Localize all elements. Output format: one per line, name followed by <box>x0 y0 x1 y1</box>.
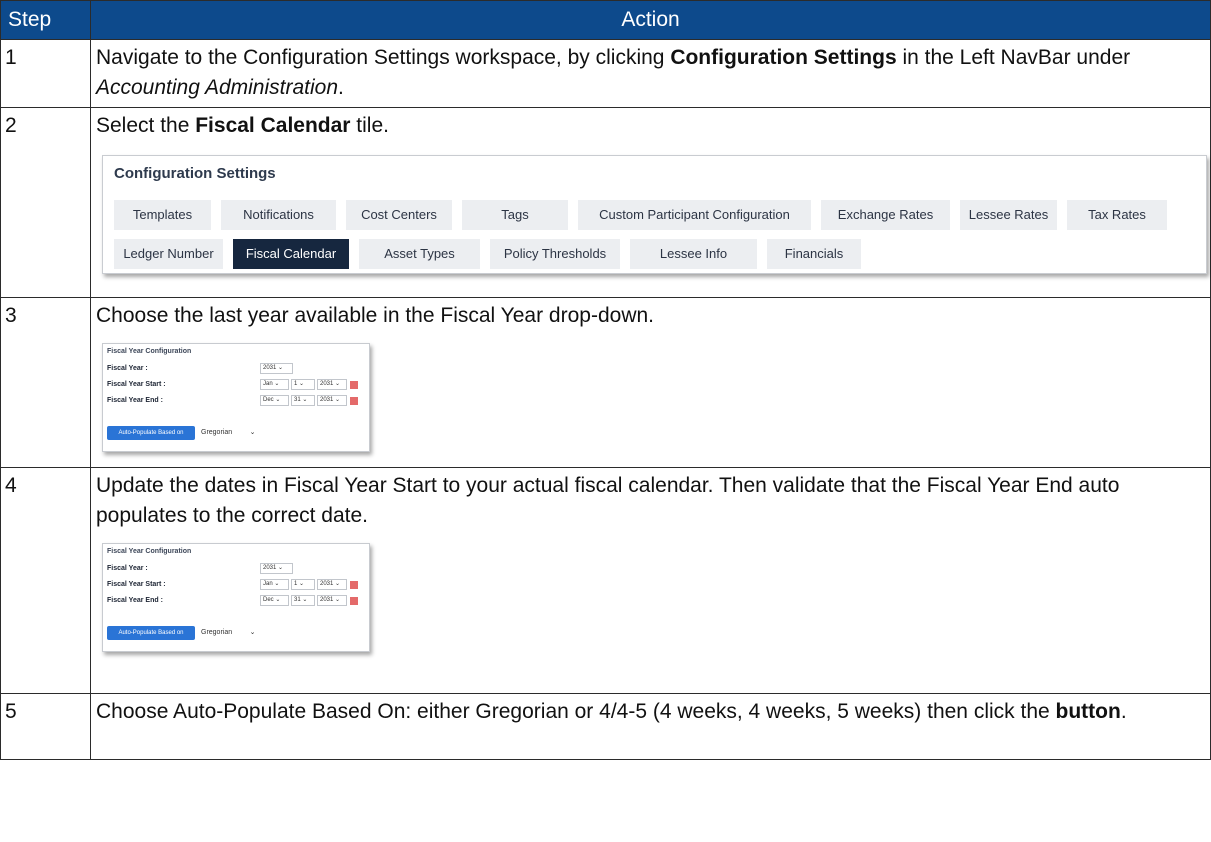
start-year-value: 2031 <box>320 381 334 387</box>
start-year-select[interactable]: 2031 ⌄ <box>317 379 347 390</box>
tile-tags[interactable]: Tags <box>462 200 568 230</box>
table-row: 3 Choose the last year available in the … <box>0 297 1211 468</box>
tile-row-2: Ledger Number Fiscal Calendar Asset Type… <box>114 239 861 269</box>
text-run: Choose the last year available in the Fi… <box>96 304 654 327</box>
end-day-value: 31 <box>294 597 301 603</box>
end-year-value: 2031 <box>320 397 334 403</box>
start-day-select[interactable]: 1 ⌄ <box>291 579 315 590</box>
fiscal-year-config-screenshot: Fiscal Year Configuration Fiscal Year : … <box>102 343 370 452</box>
tile-custom-participant-configuration[interactable]: Custom Participant Configuration <box>578 200 811 230</box>
bold-text: Fiscal Calendar <box>195 114 351 137</box>
end-month-select[interactable]: Dec ⌄ <box>260 395 289 406</box>
step-number: 5 <box>0 693 91 760</box>
text-run: Select the <box>96 114 196 137</box>
text-run: Navigate to the Configuration Settings w… <box>96 46 671 69</box>
start-month-value: Jan <box>263 381 273 387</box>
end-month-value: Dec <box>263 397 274 403</box>
end-month-select[interactable]: Dec ⌄ <box>260 595 289 606</box>
tile-exchange-rates[interactable]: Exchange Rates <box>821 200 950 230</box>
configuration-settings-screenshot: Configuration Settings Templates Notific… <box>102 155 1207 274</box>
table-row: 4 Update the dates in Fiscal Year Start … <box>0 467 1211 694</box>
auto-populate-button[interactable]: Auto-Populate Based on <box>107 626 195 640</box>
auto-populate-select[interactable]: Gregorian ⌄ <box>201 427 277 438</box>
step-header: Step <box>0 0 91 40</box>
tile-ledger-number[interactable]: Ledger Number <box>114 239 223 269</box>
auto-populate-select[interactable]: Gregorian ⌄ <box>201 627 277 638</box>
fiscal-year-value: 2031 <box>263 565 277 571</box>
calendar-icon[interactable] <box>350 597 358 605</box>
start-day-value: 1 <box>294 581 298 587</box>
fiscal-year-value: 2031 <box>263 365 277 371</box>
start-month-select[interactable]: Jan ⌄ <box>260 579 289 590</box>
step-number: 1 <box>0 39 91 108</box>
end-day-select[interactable]: 31 ⌄ <box>291 395 315 406</box>
calendar-icon[interactable] <box>350 581 358 589</box>
tile-policy-thresholds[interactable]: Policy Thresholds <box>490 239 620 269</box>
tile-lessee-info[interactable]: Lessee Info <box>630 239 757 269</box>
tile-tax-rates[interactable]: Tax Rates <box>1067 200 1167 230</box>
end-day-select[interactable]: 31 ⌄ <box>291 595 315 606</box>
start-month-value: Jan <box>263 581 273 587</box>
start-day-value: 1 <box>294 381 298 387</box>
text-run: tile. <box>350 114 389 137</box>
end-day-value: 31 <box>294 397 301 403</box>
action-header: Action <box>90 0 1211 40</box>
table-row: 2 Select the Fiscal Calendar tile. Confi… <box>0 107 1211 298</box>
step-text: Update the dates in Fiscal Year Start to… <box>96 471 1204 531</box>
fiscal-year-select[interactable]: 2031 ⌄ <box>260 563 293 574</box>
calendar-icon[interactable] <box>350 397 358 405</box>
text-run: Update the dates in Fiscal Year Start to… <box>96 474 1120 527</box>
step-text: Choose the last year available in the Fi… <box>96 301 1204 331</box>
text-run: in the Left NavBar under <box>896 46 1131 69</box>
end-year-value: 2031 <box>320 597 334 603</box>
step-text: Navigate to the Configuration Settings w… <box>90 39 1211 108</box>
start-month-select[interactable]: Jan ⌄ <box>260 379 289 390</box>
step-text: Choose Auto-Populate Based On: either Gr… <box>90 693 1211 760</box>
text-run: Choose Auto-Populate Based On: either Gr… <box>96 700 1056 723</box>
start-day-select[interactable]: 1 ⌄ <box>291 379 315 390</box>
tile-fiscal-calendar[interactable]: Fiscal Calendar <box>233 239 349 269</box>
fiscal-year-config-screenshot: Fiscal Year Configuration Fiscal Year : … <box>102 543 370 652</box>
config-settings-title: Configuration Settings <box>114 165 276 182</box>
fiscal-config-title: Fiscal Year Configuration <box>107 348 192 355</box>
steps-table: Step Action 1 Navigate to the Configurat… <box>0 0 1211 760</box>
header-row: Step Action <box>0 0 1211 40</box>
tile-cost-centers[interactable]: Cost Centers <box>346 200 452 230</box>
tile-lessee-rates[interactable]: Lessee Rates <box>960 200 1057 230</box>
table-row: 1 Navigate to the Configuration Settings… <box>0 39 1211 108</box>
step-number: 4 <box>0 467 91 694</box>
text-run: . <box>338 76 344 99</box>
fiscal-year-end-label: Fiscal Year End : <box>107 597 163 604</box>
fiscal-year-start-label: Fiscal Year Start : <box>107 581 166 588</box>
bold-text: Configuration Settings <box>670 46 897 69</box>
calendar-icon[interactable] <box>350 381 358 389</box>
auto-populate-value: Gregorian <box>201 629 233 636</box>
text-run: . <box>1120 700 1127 723</box>
step-text: Select the Fiscal Calendar tile. <box>96 111 1204 141</box>
fiscal-year-select[interactable]: 2031 ⌄ <box>260 363 293 374</box>
start-year-value: 2031 <box>320 581 334 587</box>
end-year-select[interactable]: 2031 ⌄ <box>317 395 347 406</box>
step-number: 3 <box>0 297 91 468</box>
fiscal-year-start-label: Fiscal Year Start : <box>107 381 166 388</box>
end-month-value: Dec <box>263 597 274 603</box>
tile-templates[interactable]: Templates <box>114 200 211 230</box>
table-row: 5 Choose Auto-Populate Based On: either … <box>0 693 1211 760</box>
auto-populate-button[interactable]: Auto-Populate Based on <box>107 426 195 440</box>
fiscal-year-end-label: Fiscal Year End : <box>107 397 163 404</box>
tile-row-1: Templates Notifications Cost Centers Tag… <box>114 200 1167 230</box>
auto-populate-value: Gregorian <box>201 429 233 436</box>
step-number: 2 <box>0 107 91 298</box>
tile-notifications[interactable]: Notifications <box>221 200 336 230</box>
tile-financials[interactable]: Financials <box>767 239 861 269</box>
italic-text: Accounting Administration <box>96 76 339 99</box>
end-year-select[interactable]: 2031 ⌄ <box>317 595 347 606</box>
tile-asset-types[interactable]: Asset Types <box>359 239 480 269</box>
bold-text: button <box>1055 700 1121 723</box>
fiscal-config-title: Fiscal Year Configuration <box>107 548 192 555</box>
fiscal-year-label: Fiscal Year : <box>107 565 148 572</box>
start-year-select[interactable]: 2031 ⌄ <box>317 579 347 590</box>
fiscal-year-label: Fiscal Year : <box>107 365 148 372</box>
